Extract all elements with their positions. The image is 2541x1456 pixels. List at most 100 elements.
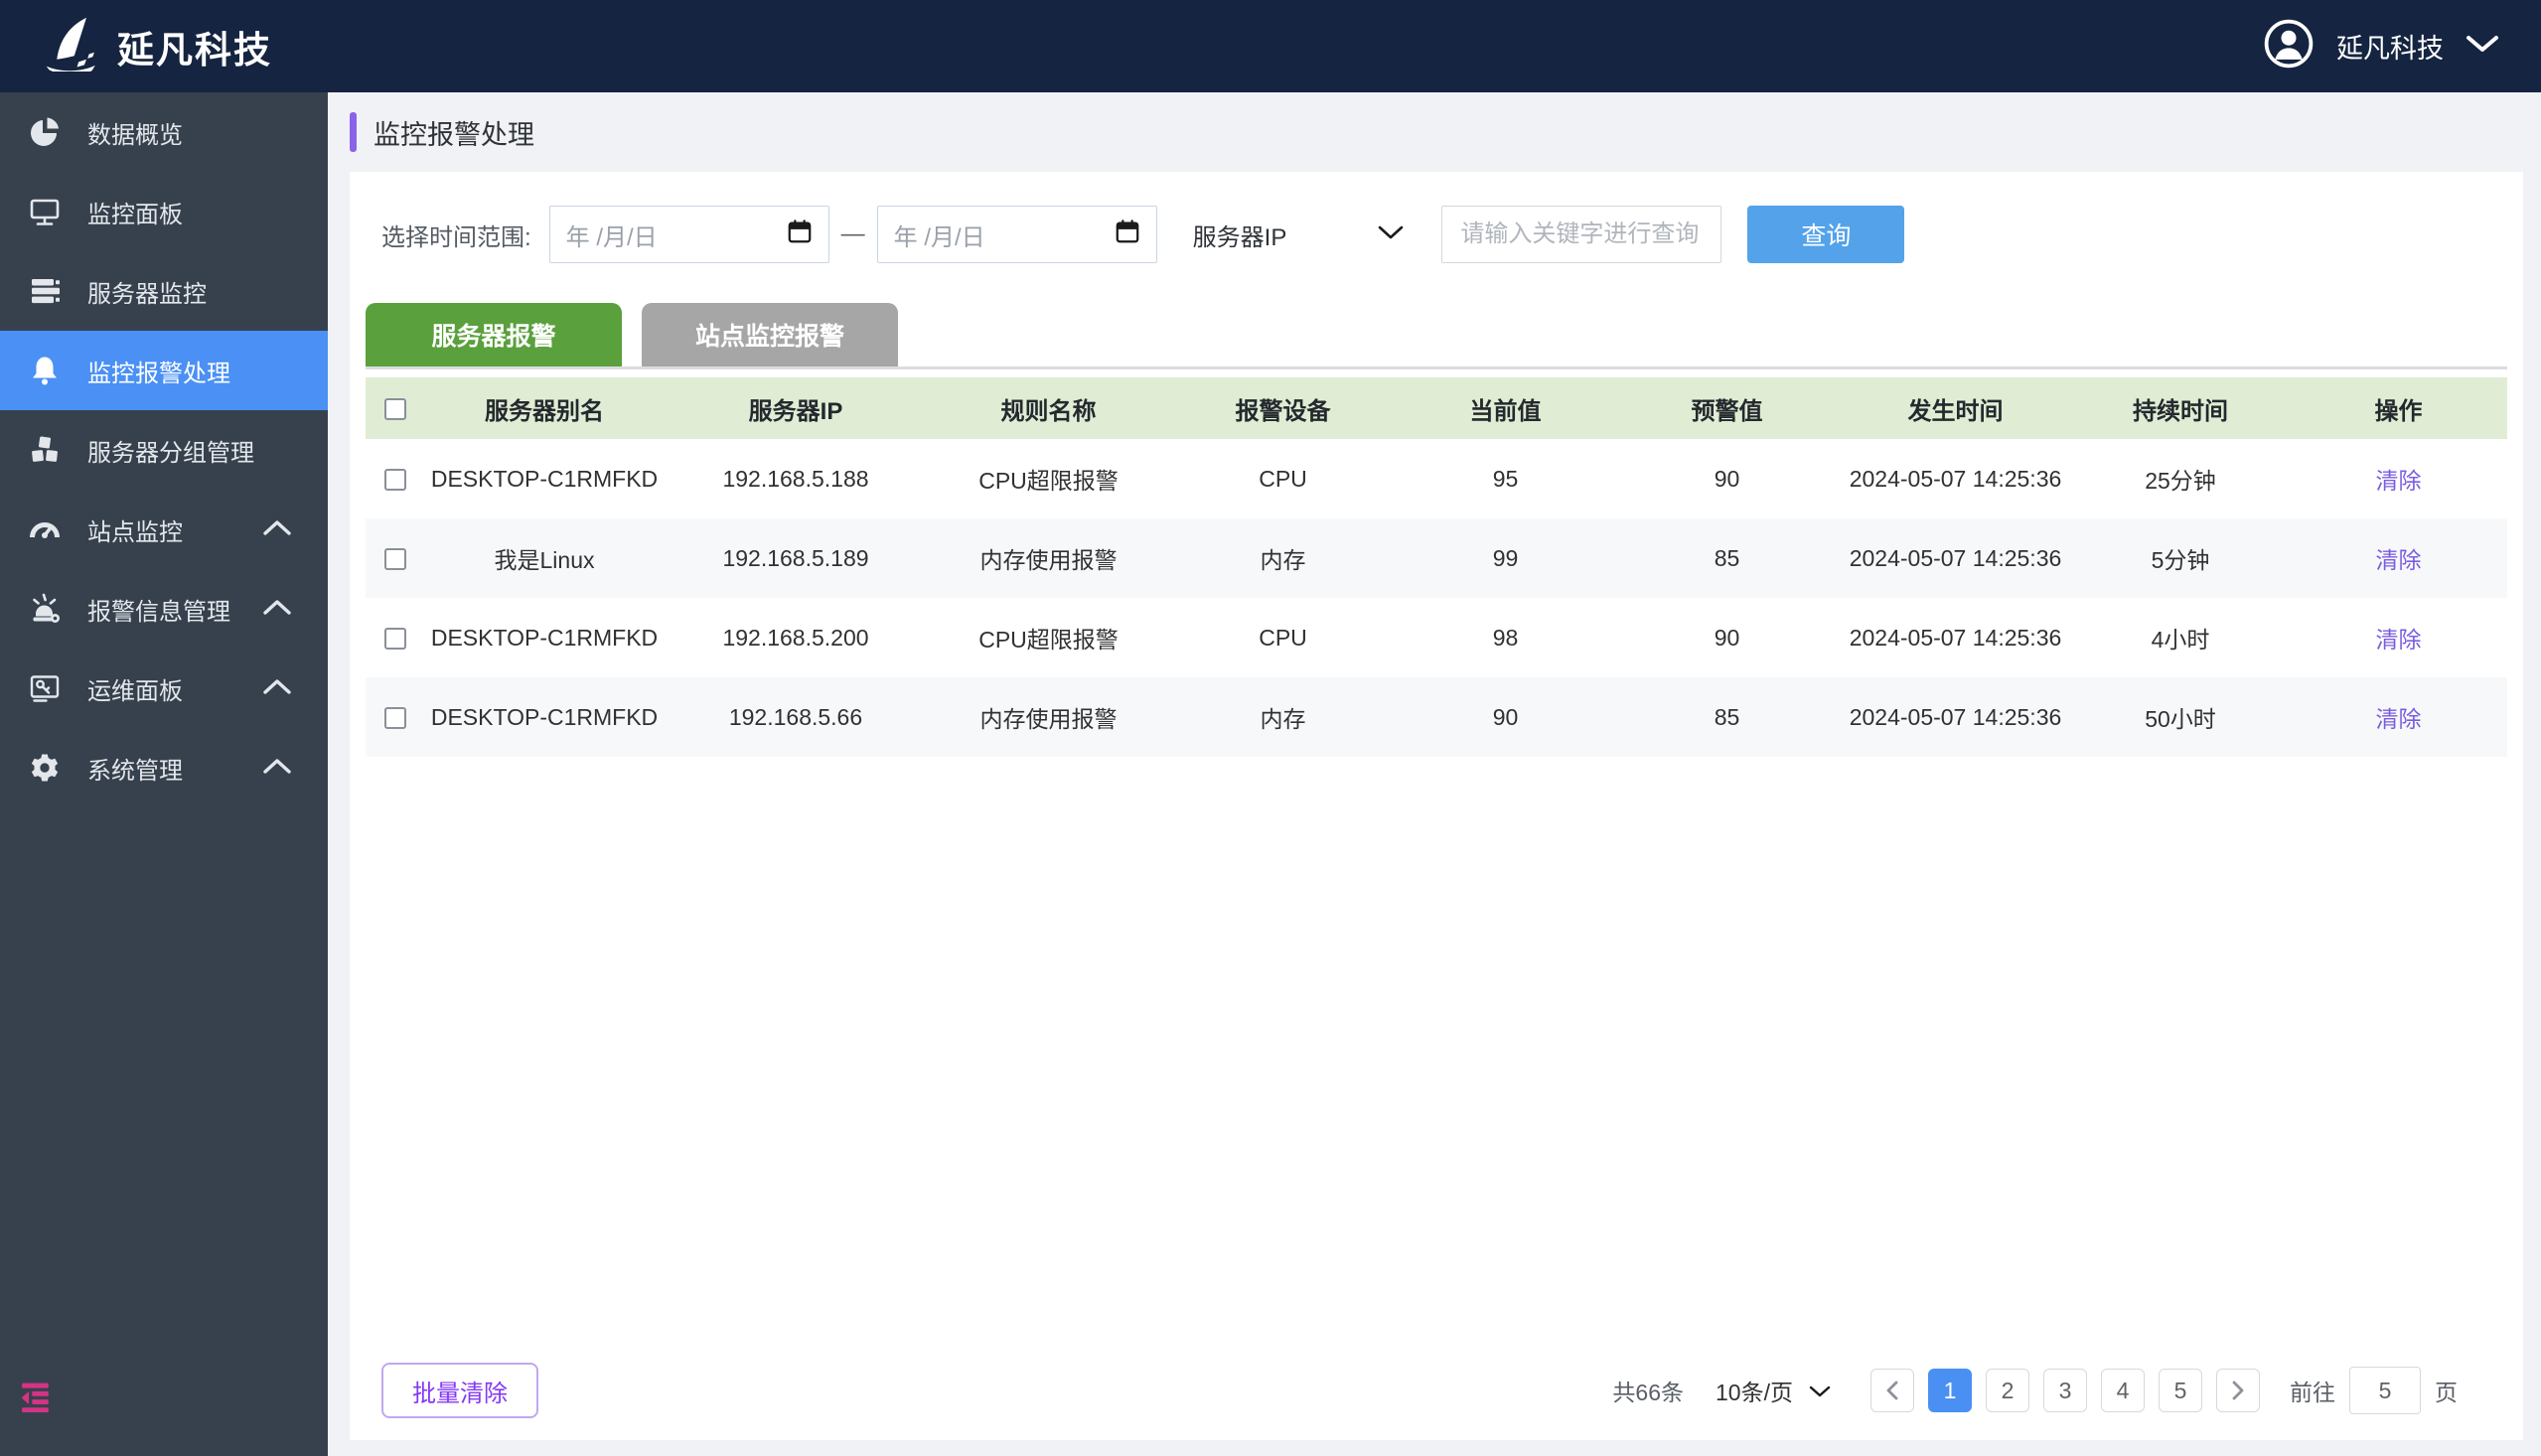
page-size-select[interactable]: 10条/页 xyxy=(1716,1374,1831,1407)
goto-page-input[interactable] xyxy=(2349,1367,2421,1414)
cell-device: 内存 xyxy=(1169,518,1397,598)
clear-link[interactable]: 清除 xyxy=(2376,706,2422,732)
sidebar-item-data-overview[interactable]: 数据概览 xyxy=(0,92,328,172)
calendar-icon xyxy=(787,218,813,251)
sidebar-item-label: 数据概览 xyxy=(87,115,183,150)
col-device: 报警设备 xyxy=(1169,377,1397,439)
cell-rule: 内存使用报警 xyxy=(928,677,1169,757)
cell-ip: 192.168.5.66 xyxy=(664,677,928,757)
filter-row: 选择时间范围: 年 /月/日 — 年 /月/日 xyxy=(381,206,2507,263)
tab-server-alarm[interactable]: 服务器报警 xyxy=(366,303,622,366)
sidebar-item-monitor-panel[interactable]: 监控面板 xyxy=(0,172,328,251)
table-header-row: 服务器别名 服务器IP 规则名称 报警设备 当前值 预警值 发生时间 持续时间 … xyxy=(366,377,2507,439)
col-time: 发生时间 xyxy=(1840,377,2071,439)
prev-page-button[interactable] xyxy=(1870,1369,1914,1412)
next-page-button[interactable] xyxy=(2216,1369,2260,1412)
sidebar-item-label: 系统管理 xyxy=(87,751,183,786)
server-stack-icon xyxy=(28,274,62,308)
page-button-1[interactable]: 1 xyxy=(1928,1369,1972,1412)
table-row: 我是Linux 192.168.5.189 内存使用报警 内存 99 85 20… xyxy=(366,518,2507,598)
page-button-3[interactable]: 3 xyxy=(2043,1369,2087,1412)
cell-rule: 内存使用报警 xyxy=(928,518,1169,598)
cell-device: CPU xyxy=(1169,598,1397,677)
cell-threshold: 85 xyxy=(1614,677,1840,757)
row-checkbox[interactable] xyxy=(384,628,406,650)
sidebar-item-server-groups[interactable]: 服务器分组管理 xyxy=(0,410,328,490)
chevron-up-icon xyxy=(262,515,292,543)
monitor-icon xyxy=(28,195,62,228)
batch-clear-button[interactable]: 批量清除 xyxy=(381,1363,538,1418)
bell-icon xyxy=(28,354,62,387)
tabs: 服务器报警 站点监控报警 xyxy=(366,303,2507,369)
sidebar-item-label: 监控面板 xyxy=(87,195,183,229)
sidebar-item-system-admin[interactable]: 系统管理 xyxy=(0,728,328,807)
pie-chart-icon xyxy=(28,115,62,149)
end-date-input[interactable]: 年 /月/日 xyxy=(877,206,1157,263)
calendar-icon xyxy=(1115,218,1140,251)
cell-time: 2024-05-07 14:25:36 xyxy=(1840,677,2071,757)
cell-current: 95 xyxy=(1397,439,1614,518)
chevron-up-icon xyxy=(262,754,292,782)
row-checkbox[interactable] xyxy=(384,469,406,491)
query-button[interactable]: 查询 xyxy=(1747,206,1904,263)
total-count: 共66条 xyxy=(1612,1374,1684,1407)
search-field-select[interactable]: 服务器IP xyxy=(1193,218,1405,252)
cell-duration: 5分钟 xyxy=(2071,518,2290,598)
cubes-icon xyxy=(28,433,62,467)
clear-link[interactable]: 清除 xyxy=(2376,547,2422,573)
cell-alias: DESKTOP-C1RMFKD xyxy=(425,598,664,677)
brand-name: 延凡科技 xyxy=(117,20,272,73)
chevron-down-icon xyxy=(1378,224,1404,245)
select-all-checkbox[interactable] xyxy=(384,398,406,420)
clear-link[interactable]: 清除 xyxy=(2376,627,2422,653)
col-action: 操作 xyxy=(2290,377,2507,439)
cell-threshold: 85 xyxy=(1614,518,1840,598)
chevron-down-icon xyxy=(1809,1378,1831,1404)
gear-icon xyxy=(28,751,62,785)
cell-ip: 192.168.5.200 xyxy=(664,598,928,677)
keyword-input[interactable] xyxy=(1441,206,1721,263)
row-checkbox[interactable] xyxy=(384,548,406,570)
cell-threshold: 90 xyxy=(1614,598,1840,677)
cell-ip: 192.168.5.189 xyxy=(664,518,928,598)
cell-rule: CPU超限报警 xyxy=(928,598,1169,677)
row-checkbox[interactable] xyxy=(384,707,406,729)
ops-screen-icon xyxy=(28,671,62,705)
cell-ip: 192.168.5.188 xyxy=(664,439,928,518)
cell-alias: 我是Linux xyxy=(425,518,664,598)
top-bar: 延凡科技 延凡科技 xyxy=(0,0,2541,92)
sidebar: 数据概览 监控面板 服务器监控 监控报警处理 xyxy=(0,92,328,1456)
col-threshold: 预警值 xyxy=(1614,377,1840,439)
chevron-down-icon xyxy=(2466,34,2499,59)
col-rule: 规则名称 xyxy=(928,377,1169,439)
sidebar-collapse-icon[interactable] xyxy=(16,1381,56,1412)
col-duration: 持续时间 xyxy=(2071,377,2290,439)
siren-icon xyxy=(28,592,62,626)
sidebar-item-ops-panel[interactable]: 运维面板 xyxy=(0,649,328,728)
sidebar-item-server-monitor[interactable]: 服务器监控 xyxy=(0,251,328,331)
sidebar-item-alarm-handling[interactable]: 监控报警处理 xyxy=(0,331,328,410)
date-separator: — xyxy=(841,220,865,248)
cell-device: CPU xyxy=(1169,439,1397,518)
cell-time: 2024-05-07 14:25:36 xyxy=(1840,518,2071,598)
page-header: 监控报警处理 xyxy=(328,92,2541,172)
page-button-5[interactable]: 5 xyxy=(2159,1369,2202,1412)
clear-link[interactable]: 清除 xyxy=(2376,468,2422,494)
start-date-input[interactable]: 年 /月/日 xyxy=(549,206,829,263)
alarm-table: 服务器别名 服务器IP 规则名称 报警设备 当前值 预警值 发生时间 持续时间 … xyxy=(366,377,2507,757)
cell-time: 2024-05-07 14:25:36 xyxy=(1840,598,2071,677)
user-menu[interactable]: 延凡科技 xyxy=(2263,18,2499,74)
page-button-2[interactable]: 2 xyxy=(1986,1369,2029,1412)
cell-rule: CPU超限报警 xyxy=(928,439,1169,518)
cell-device: 内存 xyxy=(1169,677,1397,757)
brand-logo: 延凡科技 xyxy=(42,16,272,76)
spacer xyxy=(366,757,2507,1363)
cell-current: 90 xyxy=(1397,677,1614,757)
tab-site-alarm[interactable]: 站点监控报警 xyxy=(642,303,898,366)
pagination: 共66条 10条/页 1 2 3 4 5 前往 xyxy=(1612,1367,2458,1414)
chevron-up-icon xyxy=(262,595,292,623)
page-button-4[interactable]: 4 xyxy=(2101,1369,2145,1412)
sidebar-item-label: 监控报警处理 xyxy=(87,354,230,388)
sidebar-item-site-monitor[interactable]: 站点监控 xyxy=(0,490,328,569)
sidebar-item-alarm-info[interactable]: 报警信息管理 xyxy=(0,569,328,649)
